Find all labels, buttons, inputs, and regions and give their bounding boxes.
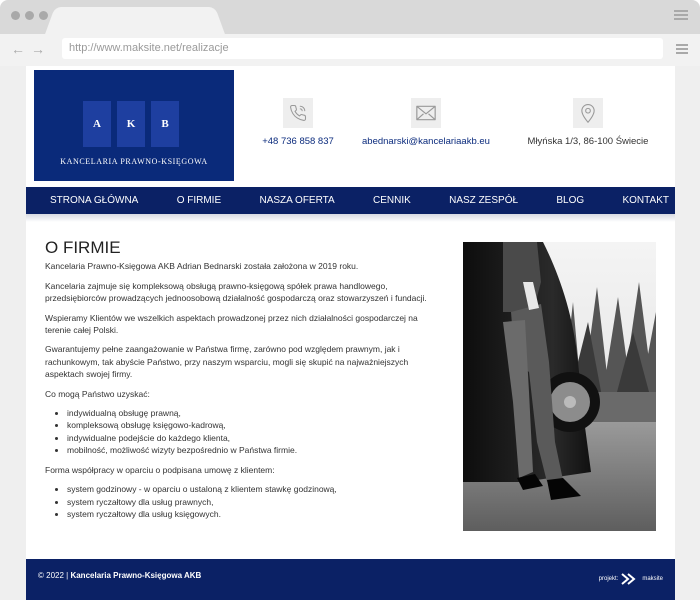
hamburger-menu-icon[interactable] [676,44,688,54]
minimize-dot[interactable] [25,11,34,20]
page-title: O FIRMIE [45,238,121,257]
envelope-icon [411,98,441,128]
credit-label: projekt: [598,576,619,582]
browser-toolbar: ← → http://www.maksite.net/realizacje [0,34,700,66]
logo-letters: A K B [83,101,179,147]
contact-phone[interactable]: +48 736 858 837 [258,98,338,147]
nav-about[interactable]: O FIRMIE [177,195,221,206]
location-pin-icon [573,98,603,128]
list-item: kompleksową obsługę księgowo-kadrową, [67,419,437,431]
list-item: indywidualną obsługę prawną, [67,407,437,419]
close-dot[interactable] [11,11,20,20]
footer-copyright: © 2022 | Kancelaria Prawno-Księgowa AKB [38,571,201,580]
nav-blog[interactable]: BLOG [556,195,584,206]
window-controls [11,11,48,20]
maximize-dot[interactable] [39,11,48,20]
copyright-year: © 2022 | [38,571,69,580]
logo-subtitle: KANCELARIA PRAWNO-KSIĘGOWA [60,157,208,166]
credit-brand: maksite [642,576,663,582]
nav-contact[interactable]: KONTAKT [622,195,668,206]
forward-arrow-icon[interactable]: → [30,40,46,58]
paragraph-commitment: Gwarantujemy pełne zaangażowanie w Państ… [45,344,409,380]
page-background: A K B KANCELARIA PRAWNO-KSIĘGOWA +48 736… [0,66,700,600]
list-item: system ryczałtowy dla usług księgowych. [67,508,437,520]
list-item: mobilność, możliwość wizyty bezpośrednio… [67,444,437,456]
website: A K B KANCELARIA PRAWNO-KSIĘGOWA +48 736… [26,66,675,600]
list-item: system ryczałtowy dla usług prawnych, [67,496,437,508]
browser-window: ← → http://www.maksite.net/realizacje [0,0,700,66]
street-address: Młyńska 1/3, 86-100 Świecie [527,136,649,147]
logo-letter-b: B [151,101,179,147]
paragraph-support: Wspieramy Klientów we wszelkich aspektac… [45,312,418,336]
paragraph-services: Kancelaria zajmuje się kompleksową obsłu… [45,280,427,304]
paragraph-cooperation-intro: Forma współpracy w oparciu o podpisana u… [45,464,275,475]
paragraph-benefits-intro: Co mogą Państwo uzyskać: [45,388,150,399]
logo[interactable]: A K B KANCELARIA PRAWNO-KSIĘGOWA [34,70,234,181]
site-footer: © 2022 | Kancelaria Prawno-Księgowa AKB … [26,559,675,600]
businessman-photo [463,242,656,531]
window-menu-icon[interactable] [674,10,688,20]
list-item: system godzinowy - w oparciu o ustaloną … [67,483,437,495]
list-item: indywidualne podejście do każdego klient… [67,432,437,444]
address-bar[interactable]: http://www.maksite.net/realizacje [62,38,663,59]
back-arrow-icon[interactable]: ← [10,40,26,58]
email-address: abednarski@kancelariaakb.eu [362,136,490,147]
nav-team[interactable]: NASZ ZESPÓŁ [449,195,518,206]
about-section: O FIRMIE Kancelaria Prawno-Księgowa AKB … [45,238,437,527]
nav-shadow [26,214,675,222]
footer-credit[interactable]: projekt: maksite [599,573,663,585]
nav-offer[interactable]: NASZA OFERTA [259,195,334,206]
phone-number: +48 736 858 837 [262,136,334,147]
paragraph-founded: Kancelaria Prawno-Księgowa AKB Adrian Be… [45,261,359,272]
cooperation-list: system godzinowy - w oparciu o ustaloną … [67,483,437,520]
contact-address: Młyńska 1/3, 86-100 Świecie [524,98,652,147]
logo-letter-k: K [117,101,145,147]
logo-letter-a: A [83,101,111,147]
benefits-list: indywidualną obsługę prawną, kompleksową… [67,407,437,457]
browser-tab[interactable] [56,7,214,34]
nav-home[interactable]: STRONA GŁÓWNA [50,195,138,206]
nav-pricing[interactable]: CENNIK [373,195,411,206]
footer-company-name: Kancelaria Prawno-Księgowa AKB [70,571,202,580]
contact-email[interactable]: abednarski@kancelariaakb.eu [362,98,490,147]
maksite-logo-icon [621,573,636,585]
phone-icon [283,98,313,128]
main-navigation: STRONA GŁÓWNA O FIRMIE NASZA OFERTA CENN… [26,187,675,214]
